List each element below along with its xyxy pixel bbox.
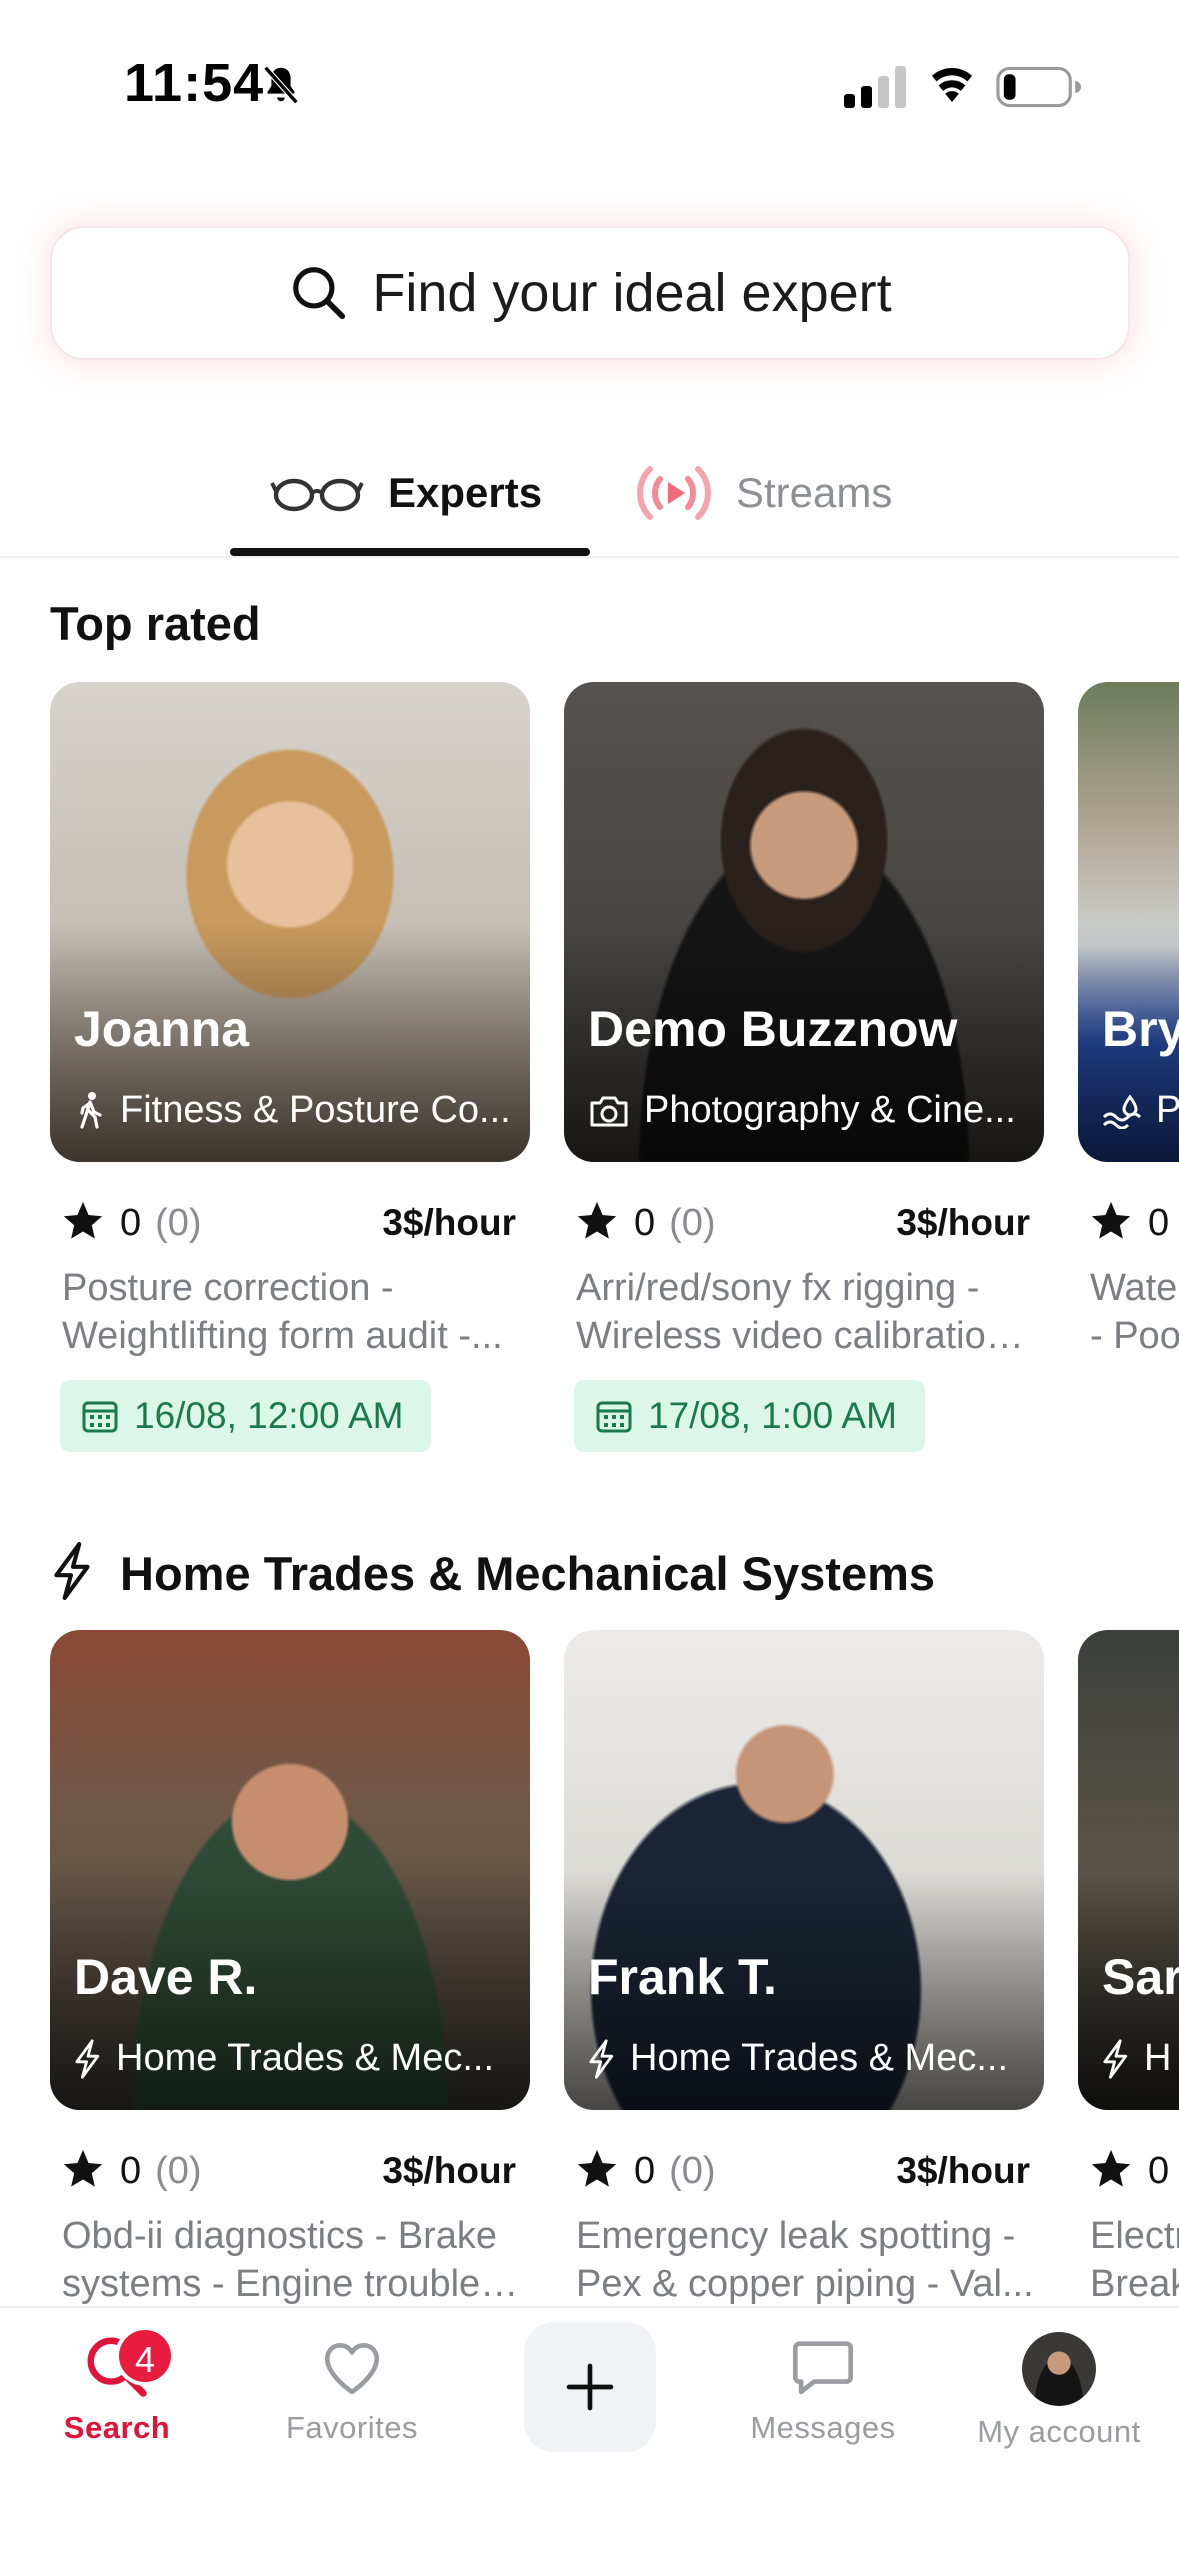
expert-name: Frank T. bbox=[588, 1949, 777, 2005]
expert-card[interactable]: Demo Buzznow Photography & Cine... 0 (0) … bbox=[564, 682, 1044, 1452]
nav-search[interactable]: 4 Search bbox=[27, 2326, 207, 2446]
lightning-icon bbox=[1103, 2038, 1128, 2079]
expert-skills: Posture correction - Weightlifting form … bbox=[62, 1267, 503, 1357]
price: 3$/hour bbox=[382, 1202, 516, 1243]
live-stream-icon bbox=[637, 466, 711, 520]
expert-skills: Electr Break bbox=[1090, 2215, 1179, 2305]
star-icon bbox=[1091, 2149, 1131, 2187]
expert-skills: Wate - Poo bbox=[1090, 1267, 1179, 1357]
nav-messages[interactable]: Messages bbox=[733, 2332, 913, 2446]
rating: 0 (0) bbox=[120, 1202, 202, 1244]
lightning-icon bbox=[589, 2038, 614, 2079]
star-icon bbox=[63, 1201, 103, 1239]
star-icon bbox=[63, 2149, 103, 2187]
expert-category: Fitness & Posture Co... bbox=[74, 1089, 530, 1132]
expert-card-partial[interactable]: Bry P 0 Wate - Poo bbox=[1078, 682, 1179, 1360]
search-icon bbox=[293, 267, 346, 320]
expert-photo[interactable]: Joanna Fitness & Posture Co... bbox=[50, 682, 530, 1162]
search-placeholder: Find your ideal expert bbox=[372, 263, 892, 323]
expert-category: Home Trades & Mec... bbox=[74, 2037, 530, 2080]
expert-category: Photography & Cine... bbox=[588, 1089, 1044, 1132]
nav-messages-label: Messages bbox=[750, 2410, 896, 2445]
expert-category: P bbox=[1102, 1089, 1179, 1132]
glasses-icon bbox=[270, 478, 364, 512]
search-bar[interactable]: Find your ideal expert bbox=[50, 226, 1130, 360]
status-time: 11:54 bbox=[124, 53, 265, 113]
section-title-top-rated: Top rated bbox=[50, 597, 261, 650]
avatar bbox=[1022, 2332, 1096, 2406]
rating: 0 bbox=[1148, 1202, 1170, 1244]
expert-name: Demo Buzznow bbox=[588, 1001, 958, 1057]
tab-active-indicator bbox=[230, 548, 590, 556]
expert-name: Bry bbox=[1102, 1001, 1179, 1057]
star-icon bbox=[1091, 1201, 1131, 1239]
availability-badge[interactable]: 16/08, 12:00 AM bbox=[60, 1380, 432, 1452]
status-bar: 11:54 bbox=[0, 0, 1179, 170]
nav-my-account[interactable]: My account bbox=[969, 2332, 1149, 2450]
expert-card[interactable]: Joanna Fitness & Posture Co... 0 (0) 3$/h… bbox=[50, 682, 530, 1452]
rating: 0 (0) bbox=[634, 2150, 716, 2192]
price: 3$/hour bbox=[896, 2150, 1030, 2191]
expert-card[interactable]: Dave R. Home Trades & Mec... 0 (0) 3$/hou… bbox=[50, 1630, 530, 2308]
rating: 0 bbox=[1148, 2150, 1170, 2192]
lightning-icon bbox=[75, 2038, 100, 2079]
wifi-icon bbox=[932, 68, 972, 102]
water-icon bbox=[1102, 1093, 1142, 1129]
tab-experts[interactable]: Experts bbox=[270, 460, 542, 526]
price: 3$/hour bbox=[896, 1202, 1030, 1243]
bell-muted-icon bbox=[263, 65, 299, 105]
nav-favorites-label: Favorites bbox=[286, 2410, 418, 2445]
heart-icon bbox=[324, 2342, 380, 2395]
calendar-icon bbox=[82, 1401, 118, 1433]
tab-experts-label: Experts bbox=[388, 469, 543, 516]
tab-streams-label: Streams bbox=[736, 469, 893, 516]
tab-bar: Experts Streams bbox=[0, 420, 1179, 558]
expert-photo[interactable]: Dave R. Home Trades & Mec... bbox=[50, 1630, 530, 2110]
expert-category: Home Trades & Mec... bbox=[588, 2037, 1044, 2080]
expert-photo[interactable]: Sar H bbox=[1078, 1630, 1179, 2110]
rating: 0 (0) bbox=[120, 2150, 202, 2192]
add-button[interactable] bbox=[524, 2322, 656, 2452]
nav-account-label: My account bbox=[977, 2414, 1141, 2449]
nav-favorites[interactable]: Favorites bbox=[262, 2332, 442, 2446]
camera-icon bbox=[590, 1096, 628, 1126]
cellular-signal-icon bbox=[844, 66, 906, 108]
expert-name: Dave R. bbox=[74, 1949, 258, 2005]
star-icon bbox=[577, 1201, 617, 1239]
expert-skills: Obd-ii diagnostics - Brake systems - Eng… bbox=[62, 2215, 520, 2305]
tab-streams[interactable]: Streams bbox=[634, 460, 892, 526]
nav-search-label: Search bbox=[63, 2410, 171, 2445]
battery-icon bbox=[996, 66, 1082, 108]
divider bbox=[0, 556, 1179, 560]
plus-icon bbox=[566, 2363, 614, 2411]
calendar-icon bbox=[596, 1401, 632, 1433]
rating: 0 (0) bbox=[634, 1202, 716, 1244]
expert-photo[interactable]: Bry P bbox=[1078, 682, 1179, 1162]
star-icon bbox=[577, 2149, 617, 2187]
chat-bubble-icon bbox=[792, 2341, 854, 2395]
expert-skills: Emergency leak spotting - Pex & copper p… bbox=[576, 2215, 1034, 2305]
expert-card[interactable]: Frank T. Home Trades & Mec... 0 (0) 3$/ho… bbox=[564, 1630, 1044, 2308]
expert-photo[interactable]: Demo Buzznow Photography & Cine... bbox=[564, 682, 1044, 1162]
expert-skills: Arri/red/sony fx rigging - Wireless vide… bbox=[576, 1267, 1034, 1357]
walking-person-icon bbox=[80, 1091, 102, 1129]
section-title-home-trades: Home Trades & Mechanical Systems bbox=[120, 1547, 936, 1600]
expert-card-partial[interactable]: Sar H 0 Electr Break bbox=[1078, 1630, 1179, 2308]
availability-badge[interactable]: 17/08, 1:00 AM bbox=[574, 1380, 925, 1452]
expert-category: H bbox=[1102, 2037, 1179, 2080]
notification-badge: 4 bbox=[115, 2326, 175, 2386]
expert-name: Joanna bbox=[74, 1001, 250, 1057]
expert-name: Sar bbox=[1102, 1949, 1179, 2005]
price: 3$/hour bbox=[382, 2150, 516, 2191]
lightning-icon bbox=[54, 1542, 90, 1600]
expert-photo[interactable]: Frank T. Home Trades & Mec... bbox=[564, 1630, 1044, 2110]
